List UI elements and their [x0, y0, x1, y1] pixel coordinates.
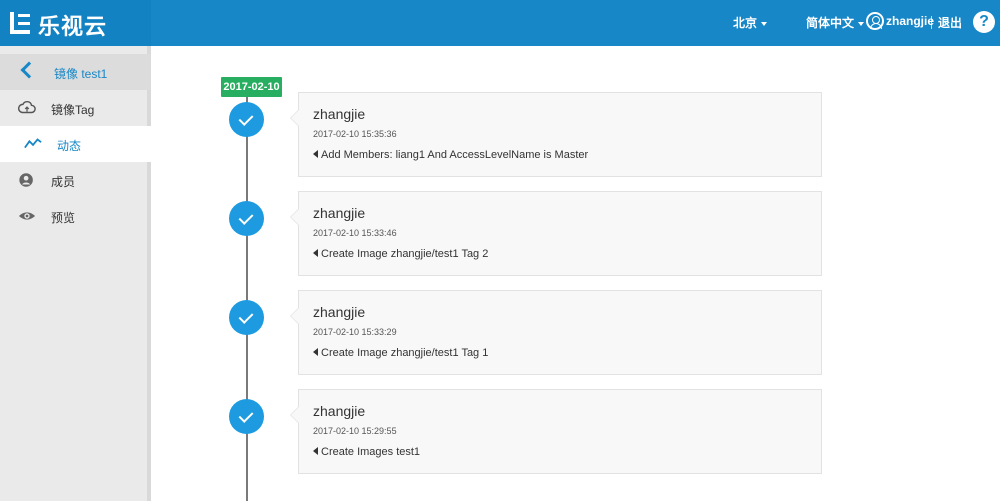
chevron-down-icon [858, 21, 865, 26]
event-time: 2017-02-10 15:33:29 [313, 327, 397, 337]
sidebar-item-label: 镜像Tag [51, 103, 95, 117]
header-divider [931, 16, 932, 29]
event-message: Create Image zhangjie/test1 Tag 2 [313, 248, 488, 260]
check-icon [229, 399, 264, 434]
logo-mark-icon [10, 12, 30, 34]
region-label: 北京 [733, 16, 758, 30]
sidebar-item-image-tag[interactable]: 镜像Tag [0, 90, 151, 126]
sidebar-item-label: 动态 [57, 139, 82, 153]
sidebar-item-label: 预览 [51, 211, 76, 225]
event-user: zhangjie [313, 304, 366, 320]
caret-left-icon [313, 150, 318, 159]
sidebar-item-preview[interactable]: 预览 [0, 198, 151, 234]
event-message-text: Create Images test1 [321, 446, 421, 458]
event-message-text: Add Members: liang1 And AccessLevelName … [321, 149, 589, 161]
sidebar-item-label: 成员 [51, 175, 76, 189]
caret-left-icon [313, 348, 318, 357]
username-link[interactable]: zhangjie [886, 14, 934, 28]
caret-left-icon [313, 447, 318, 456]
event-message: Add Members: liang1 And AccessLevelName … [313, 149, 588, 161]
region-dropdown[interactable]: 北京 [733, 14, 768, 31]
timeline-event-card: zhangjie 2017-02-10 15:33:46 Create Imag… [290, 191, 822, 276]
back-to-image-button[interactable]: 镜像 test1 [0, 54, 151, 90]
logo[interactable]: 乐视云 [0, 0, 151, 46]
chevron-left-icon [20, 61, 38, 79]
event-time: 2017-02-10 15:35:36 [313, 129, 397, 139]
help-icon[interactable]: ? [973, 11, 995, 33]
event-message: Create Images test1 [313, 446, 420, 458]
activity-line-icon [24, 138, 42, 149]
language-label: 简体中文 [806, 16, 855, 30]
event-user: zhangjie [313, 205, 366, 221]
check-icon [229, 102, 264, 137]
user-avatar-icon[interactable] [866, 12, 884, 30]
logout-link[interactable]: 退出 [938, 14, 962, 31]
check-icon [229, 300, 264, 335]
event-message: Create Image zhangjie/test1 Tag 1 [313, 347, 488, 359]
caret-left-icon [313, 249, 318, 258]
timeline-date-badge: 2017-02-10 [221, 77, 282, 97]
eye-icon [18, 212, 36, 220]
top-header: 乐视云 北京 简体中文 zhangjie 退出 ? [0, 0, 1000, 46]
logo-text: 乐视云 [38, 14, 108, 39]
event-message-text: Create Image zhangjie/test1 Tag 1 [321, 347, 489, 359]
language-dropdown[interactable]: 简体中文 [806, 14, 865, 31]
event-time: 2017-02-10 15:33:46 [313, 228, 397, 238]
sidebar-item-activity[interactable]: 动态 [0, 126, 151, 162]
timeline-event-card: zhangjie 2017-02-10 15:35:36 Add Members… [290, 92, 822, 177]
check-icon [229, 201, 264, 236]
timeline-event-card: zhangjie 2017-02-10 15:33:29 Create Imag… [290, 290, 822, 375]
event-message-text: Create Image zhangjie/test1 Tag 2 [321, 248, 489, 260]
back-label: 镜像 test1 [54, 67, 108, 81]
timeline-line [246, 96, 248, 501]
chevron-down-icon [761, 21, 768, 26]
timeline-event-card: zhangjie 2017-02-10 15:29:55 Create Imag… [290, 389, 822, 474]
sidebar-item-members[interactable]: 成员 [0, 162, 151, 198]
event-time: 2017-02-10 15:29:55 [313, 426, 397, 436]
cloud-upload-icon [18, 100, 36, 114]
event-user: zhangjie [313, 403, 366, 419]
person-icon [19, 173, 33, 187]
event-user: zhangjie [313, 106, 366, 122]
sidebar: 镜像 test1 镜像Tag 动态 成员 预览 [0, 46, 151, 501]
